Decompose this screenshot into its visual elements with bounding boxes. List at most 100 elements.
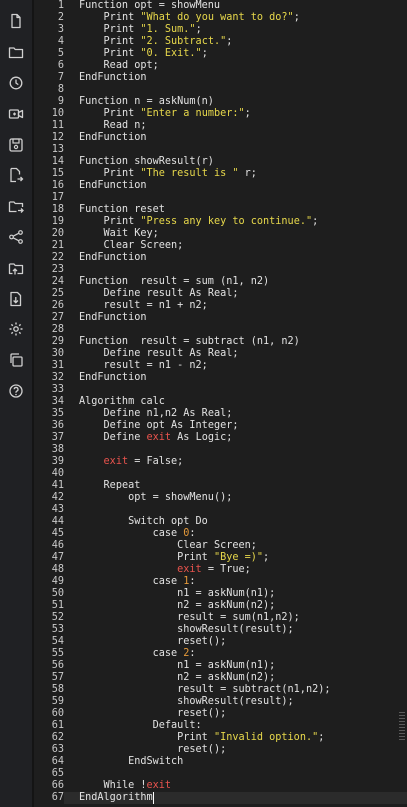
code-line[interactable]: EndFunction bbox=[64, 72, 407, 84]
code-line[interactable]: Function opt = showMenu bbox=[64, 0, 407, 12]
code-line[interactable]: Print "Bye =)"; bbox=[64, 552, 407, 564]
code-line[interactable]: EndFunction bbox=[64, 312, 407, 324]
code-line[interactable]: n2 = askNum(n2); bbox=[64, 672, 407, 684]
code-line[interactable]: Print "The result is " r; bbox=[64, 168, 407, 180]
code-line[interactable]: reset(); bbox=[64, 636, 407, 648]
line-number: 27 bbox=[51, 312, 64, 323]
code-line[interactable]: Print "0. Exit."; bbox=[64, 48, 407, 60]
code-line[interactable]: Print "Press any key to continue."; bbox=[64, 216, 407, 228]
code-line[interactable] bbox=[64, 144, 407, 156]
code-line[interactable] bbox=[64, 264, 407, 276]
new-file-button[interactable] bbox=[0, 6, 32, 37]
code-line[interactable]: Function n = askNum(n) bbox=[64, 96, 407, 108]
code-line[interactable]: showResult(result); bbox=[64, 624, 407, 636]
code-line[interactable]: result = n1 + n2; bbox=[64, 300, 407, 312]
export-folder-button[interactable] bbox=[0, 191, 32, 222]
code-line[interactable]: Read n; bbox=[64, 120, 407, 132]
code-line[interactable]: Switch opt Do bbox=[64, 516, 407, 528]
code-line[interactable]: result = subtract(n1,n2); bbox=[64, 684, 407, 696]
code-token: EndFunction bbox=[79, 180, 147, 191]
code-line[interactable]: showResult(result); bbox=[64, 696, 407, 708]
code-line[interactable]: EndSwitch bbox=[64, 756, 407, 768]
history-button[interactable] bbox=[0, 68, 32, 99]
code-line[interactable]: n1 = askNum(n1); bbox=[64, 588, 407, 600]
code-line[interactable]: Define exit As Logic; bbox=[64, 432, 407, 444]
code-line[interactable]: Repeat bbox=[64, 480, 407, 492]
save-button[interactable] bbox=[0, 129, 32, 160]
code-line[interactable]: Print "What do you want to do?"; bbox=[64, 12, 407, 24]
code-line-text: result = n1 - n2; bbox=[79, 360, 208, 372]
code-line[interactable]: EndFunction bbox=[64, 180, 407, 192]
line-number: 19 bbox=[51, 216, 64, 227]
code-line[interactable]: case 2: bbox=[64, 648, 407, 660]
code-line[interactable] bbox=[64, 192, 407, 204]
code-line[interactable]: Print "Invalid option."; bbox=[64, 732, 407, 744]
code-line[interactable]: n2 = askNum(n2); bbox=[64, 600, 407, 612]
code-line[interactable]: result = sum(n1,n2); bbox=[64, 612, 407, 624]
code-line[interactable]: EndFunction bbox=[64, 252, 407, 264]
code-line[interactable]: case 0: bbox=[64, 528, 407, 540]
code-line[interactable]: Define result As Real; bbox=[64, 288, 407, 300]
code-line[interactable]: Function reset bbox=[64, 204, 407, 216]
code-line[interactable]: n1 = askNum(n1); bbox=[64, 660, 407, 672]
code-text-area[interactable]: Function opt = showMenu Print "What do y… bbox=[64, 0, 407, 807]
help-button[interactable] bbox=[0, 376, 32, 407]
code-line[interactable] bbox=[64, 504, 407, 516]
code-line[interactable]: Default: bbox=[64, 720, 407, 732]
line-number: 8 bbox=[57, 84, 64, 95]
code-token: Function showResult(r) bbox=[79, 156, 214, 167]
code-token: Print bbox=[103, 216, 141, 227]
save-as-button[interactable] bbox=[0, 160, 32, 191]
line-number: 5 bbox=[57, 48, 64, 59]
download-button[interactable] bbox=[0, 283, 32, 314]
code-line[interactable]: reset(); bbox=[64, 708, 407, 720]
code-line[interactable] bbox=[64, 84, 407, 96]
upload-folder-button[interactable] bbox=[0, 252, 32, 283]
code-line[interactable]: result = n1 - n2; bbox=[64, 360, 407, 372]
vertical-scrollbar[interactable] bbox=[399, 712, 405, 742]
code-line[interactable]: Function result = subtract (n1, n2) bbox=[64, 336, 407, 348]
code-line-text: Define exit As Logic; bbox=[79, 432, 233, 444]
code-line[interactable]: Define result As Real; bbox=[64, 348, 407, 360]
code-line[interactable]: Define n1,n2 As Real; bbox=[64, 408, 407, 420]
line-number: 31 bbox=[51, 360, 64, 371]
code-line[interactable]: exit = True; bbox=[64, 564, 407, 576]
code-line[interactable]: Print "2. Subtract."; bbox=[64, 36, 407, 48]
share-button[interactable] bbox=[0, 222, 32, 253]
copy-button[interactable] bbox=[0, 345, 32, 376]
code-line[interactable]: Algorithm calc bbox=[64, 396, 407, 408]
run-button[interactable] bbox=[0, 98, 32, 129]
code-line[interactable]: Define opt As Integer; bbox=[64, 420, 407, 432]
code-line[interactable] bbox=[64, 468, 407, 480]
code-line[interactable]: Clear Screen; bbox=[64, 240, 407, 252]
code-line[interactable]: Function showResult(r) bbox=[64, 156, 407, 168]
code-token: Print bbox=[177, 732, 214, 743]
code-line-text: Define opt As Integer; bbox=[79, 420, 239, 432]
code-line[interactable] bbox=[64, 384, 407, 396]
code-line[interactable] bbox=[64, 444, 407, 456]
code-line[interactable]: reset(); bbox=[64, 744, 407, 756]
code-line[interactable]: Clear Screen; bbox=[64, 540, 407, 552]
code-line[interactable]: EndFunction bbox=[64, 372, 407, 384]
code-token: n2 = askNum(n2); bbox=[177, 600, 276, 611]
code-token: case bbox=[152, 576, 184, 587]
code-line[interactable] bbox=[64, 768, 407, 780]
code-line[interactable]: While !exit bbox=[64, 780, 407, 792]
code-line[interactable]: Read opt; bbox=[64, 60, 407, 72]
code-line[interactable] bbox=[64, 324, 407, 336]
open-folder-button[interactable] bbox=[0, 37, 32, 68]
settings-button[interactable] bbox=[0, 314, 32, 345]
code-token: Wait Key; bbox=[103, 228, 159, 239]
code-line-text: reset(); bbox=[79, 636, 226, 648]
code-line[interactable]: opt = showMenu(); bbox=[64, 492, 407, 504]
code-line[interactable]: Wait Key; bbox=[64, 228, 407, 240]
code-editor[interactable]: 1 2 3 4 5 6 7 8 9 10 11 12 13 14 15 16 17 18 19 20 21 22 23 24 2… bbox=[34, 0, 407, 807]
code-line[interactable]: Print "Enter a number:"; bbox=[64, 108, 407, 120]
code-line[interactable]: Function result = sum (n1, n2) bbox=[64, 276, 407, 288]
code-line[interactable]: case 1: bbox=[64, 576, 407, 588]
code-line[interactable]: Print "1. Sum."; bbox=[64, 24, 407, 36]
code-line[interactable]: EndFunction bbox=[64, 132, 407, 144]
line-number: 37 bbox=[51, 432, 64, 443]
code-line[interactable]: EndAlgorithm bbox=[64, 792, 407, 804]
code-line[interactable]: exit = False; bbox=[64, 456, 407, 468]
